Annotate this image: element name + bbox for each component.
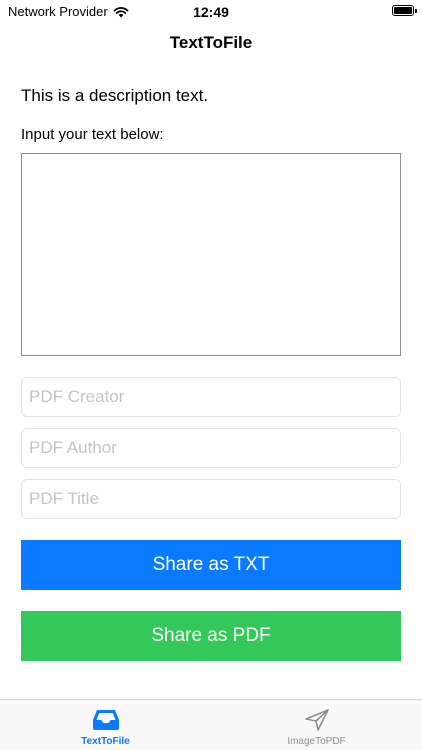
paper-plane-icon (304, 709, 329, 731)
share-as-pdf-button[interactable]: Share as PDF (21, 611, 401, 661)
pdf-author-field[interactable] (21, 428, 401, 468)
tab-texttofile[interactable]: TextToFile (0, 700, 211, 750)
inbox-tray-icon (92, 710, 119, 730)
description-text: This is a description text. (21, 86, 209, 105)
pdf-creator-field[interactable] (21, 377, 401, 417)
page-title: TextToFile (169, 33, 253, 52)
tab-bar: TextToFile ImageToPDF (0, 699, 422, 750)
status-time: 12:49 (193, 4, 229, 20)
battery-level (394, 7, 412, 14)
battery-icon (392, 5, 417, 16)
tab-label: TextToFile (81, 736, 130, 747)
tab-label: ImageToPDF (287, 736, 346, 747)
share-as-txt-button[interactable]: Share as TXT (21, 540, 401, 590)
pdf-title-field[interactable] (21, 479, 401, 519)
screen: Network Provider 12:49 TextToFile This i… (0, 0, 422, 750)
status-bar: Network Provider 12:49 (0, 0, 422, 24)
tab-imagetopdf[interactable]: ImageToPDF (211, 700, 422, 750)
input-label: Input your text below: (21, 126, 164, 143)
text-input-area[interactable] (21, 153, 401, 356)
